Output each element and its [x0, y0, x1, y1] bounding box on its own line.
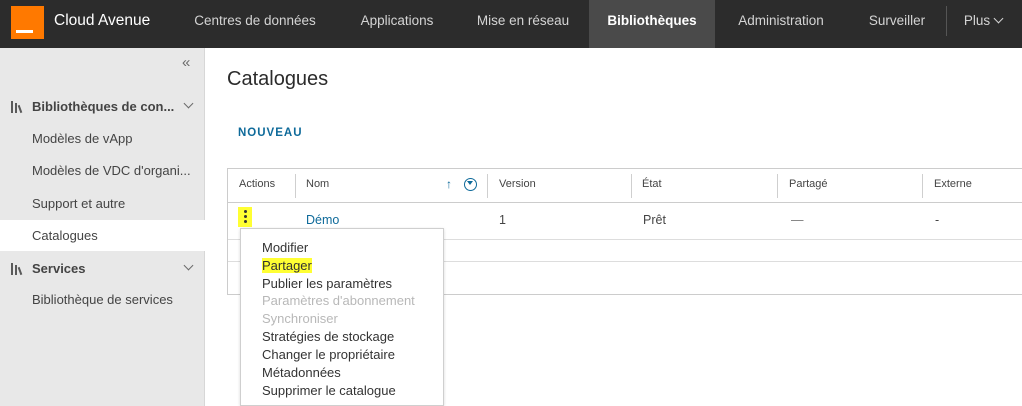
row-actions-kebab-icon[interactable]: [238, 207, 252, 227]
column-header-etat[interactable]: État: [642, 178, 662, 190]
sidebar-item-modeles-vapp[interactable]: Modèles de vApp: [0, 123, 205, 154]
nav-more-label: Plus: [963, 13, 991, 28]
orange-logo-icon: [11, 6, 44, 39]
chevron-down-icon: [183, 98, 194, 109]
menu-item-modifier[interactable]: Modifier: [262, 240, 308, 255]
sidebar-item-label: Modèles de VDC d'organi...: [32, 163, 191, 178]
column-divider: [487, 174, 488, 198]
sidebar-item-modeles-vdc[interactable]: Modèles de VDC d'organi...: [0, 155, 205, 186]
sidebar: « Bibliothèques de con... Modèles de vAp…: [0, 48, 205, 406]
nav-divider: [946, 6, 947, 36]
chevron-down-icon: [183, 260, 194, 271]
column-header-version[interactable]: Version: [499, 178, 536, 190]
filter-icon[interactable]: [464, 178, 477, 191]
column-divider: [922, 174, 923, 198]
menu-item-synchroniser: Synchroniser: [262, 311, 338, 326]
sidebar-item-label: Support et autre: [32, 196, 126, 211]
sidebar-group-services[interactable]: Services: [0, 254, 205, 284]
nav-item-mise-en-reseau[interactable]: Mise en réseau: [460, 0, 586, 48]
sidebar-group-label: Bibliothèques de con...: [32, 99, 175, 114]
datagrid-header: Actions Nom ↑ Version État Partagé Exter…: [228, 169, 1022, 203]
column-divider: [777, 174, 778, 198]
column-header-partage[interactable]: Partagé: [789, 178, 828, 190]
menu-item-strategies-stockage[interactable]: Stratégies de stockage: [262, 329, 394, 344]
sort-ascending-icon[interactable]: ↑: [446, 177, 452, 191]
sidebar-item-bibliotheque-de-services[interactable]: Bibliothèque de services: [0, 284, 205, 315]
nav-item-centres-de-donnees[interactable]: Centres de données: [174, 0, 336, 48]
column-divider: [295, 174, 296, 198]
top-navigation-bar: Cloud Avenue Centres de données Applicat…: [0, 0, 1022, 48]
sidebar-item-label: Modèles de vApp: [32, 131, 133, 146]
sidebar-item-catalogues[interactable]: Catalogues: [0, 220, 205, 251]
nav-item-surveiller[interactable]: Surveiller: [857, 0, 937, 48]
cell-partage: —: [791, 213, 804, 227]
row-action-menu: Modifier Partager Publier les paramètres…: [240, 228, 444, 406]
brand-name: Cloud Avenue: [54, 12, 151, 29]
double-chevron-left-icon[interactable]: «: [182, 54, 190, 71]
sidebar-group-bibliotheques[interactable]: Bibliothèques de con...: [0, 92, 205, 122]
page-title: Catalogues: [227, 68, 329, 90]
column-header-actions: Actions: [239, 178, 276, 190]
chevron-down-icon: [993, 13, 1004, 24]
nav-item-administration[interactable]: Administration: [722, 0, 840, 48]
cell-etat: Prêt: [643, 213, 666, 227]
library-icon: [11, 101, 24, 114]
catalog-name-link[interactable]: Démo: [306, 213, 339, 227]
menu-item-publier-parametres[interactable]: Publier les paramètres: [262, 276, 392, 291]
sidebar-group-label: Services: [32, 261, 86, 276]
menu-item-changer-proprietaire[interactable]: Changer le propriétaire: [262, 347, 395, 362]
column-header-externe[interactable]: Externe: [934, 178, 972, 190]
cell-externe: -: [935, 213, 940, 227]
menu-item-metadonnees[interactable]: Métadonnées: [262, 365, 341, 380]
column-divider: [631, 174, 632, 198]
menu-item-supprimer-catalogue[interactable]: Supprimer le catalogue: [262, 383, 396, 398]
nav-more-menu[interactable]: Plus: [955, 0, 1011, 48]
nav-item-applications[interactable]: Applications: [341, 0, 453, 48]
nav-item-bibliotheques[interactable]: Bibliothèques: [589, 0, 715, 48]
menu-item-parametres-abonnement: Paramètres d'abonnement: [262, 293, 415, 308]
new-catalog-button[interactable]: NOUVEAU: [238, 127, 303, 139]
sidebar-item-label: Bibliothèque de services: [32, 292, 173, 307]
cell-version: 1: [499, 213, 506, 227]
library-icon: [11, 263, 24, 276]
column-header-nom[interactable]: Nom: [306, 178, 329, 190]
sidebar-item-label: Catalogues: [32, 228, 98, 243]
menu-item-partager[interactable]: Partager: [262, 258, 312, 273]
sidebar-item-support-et-autre[interactable]: Support et autre: [0, 188, 205, 219]
